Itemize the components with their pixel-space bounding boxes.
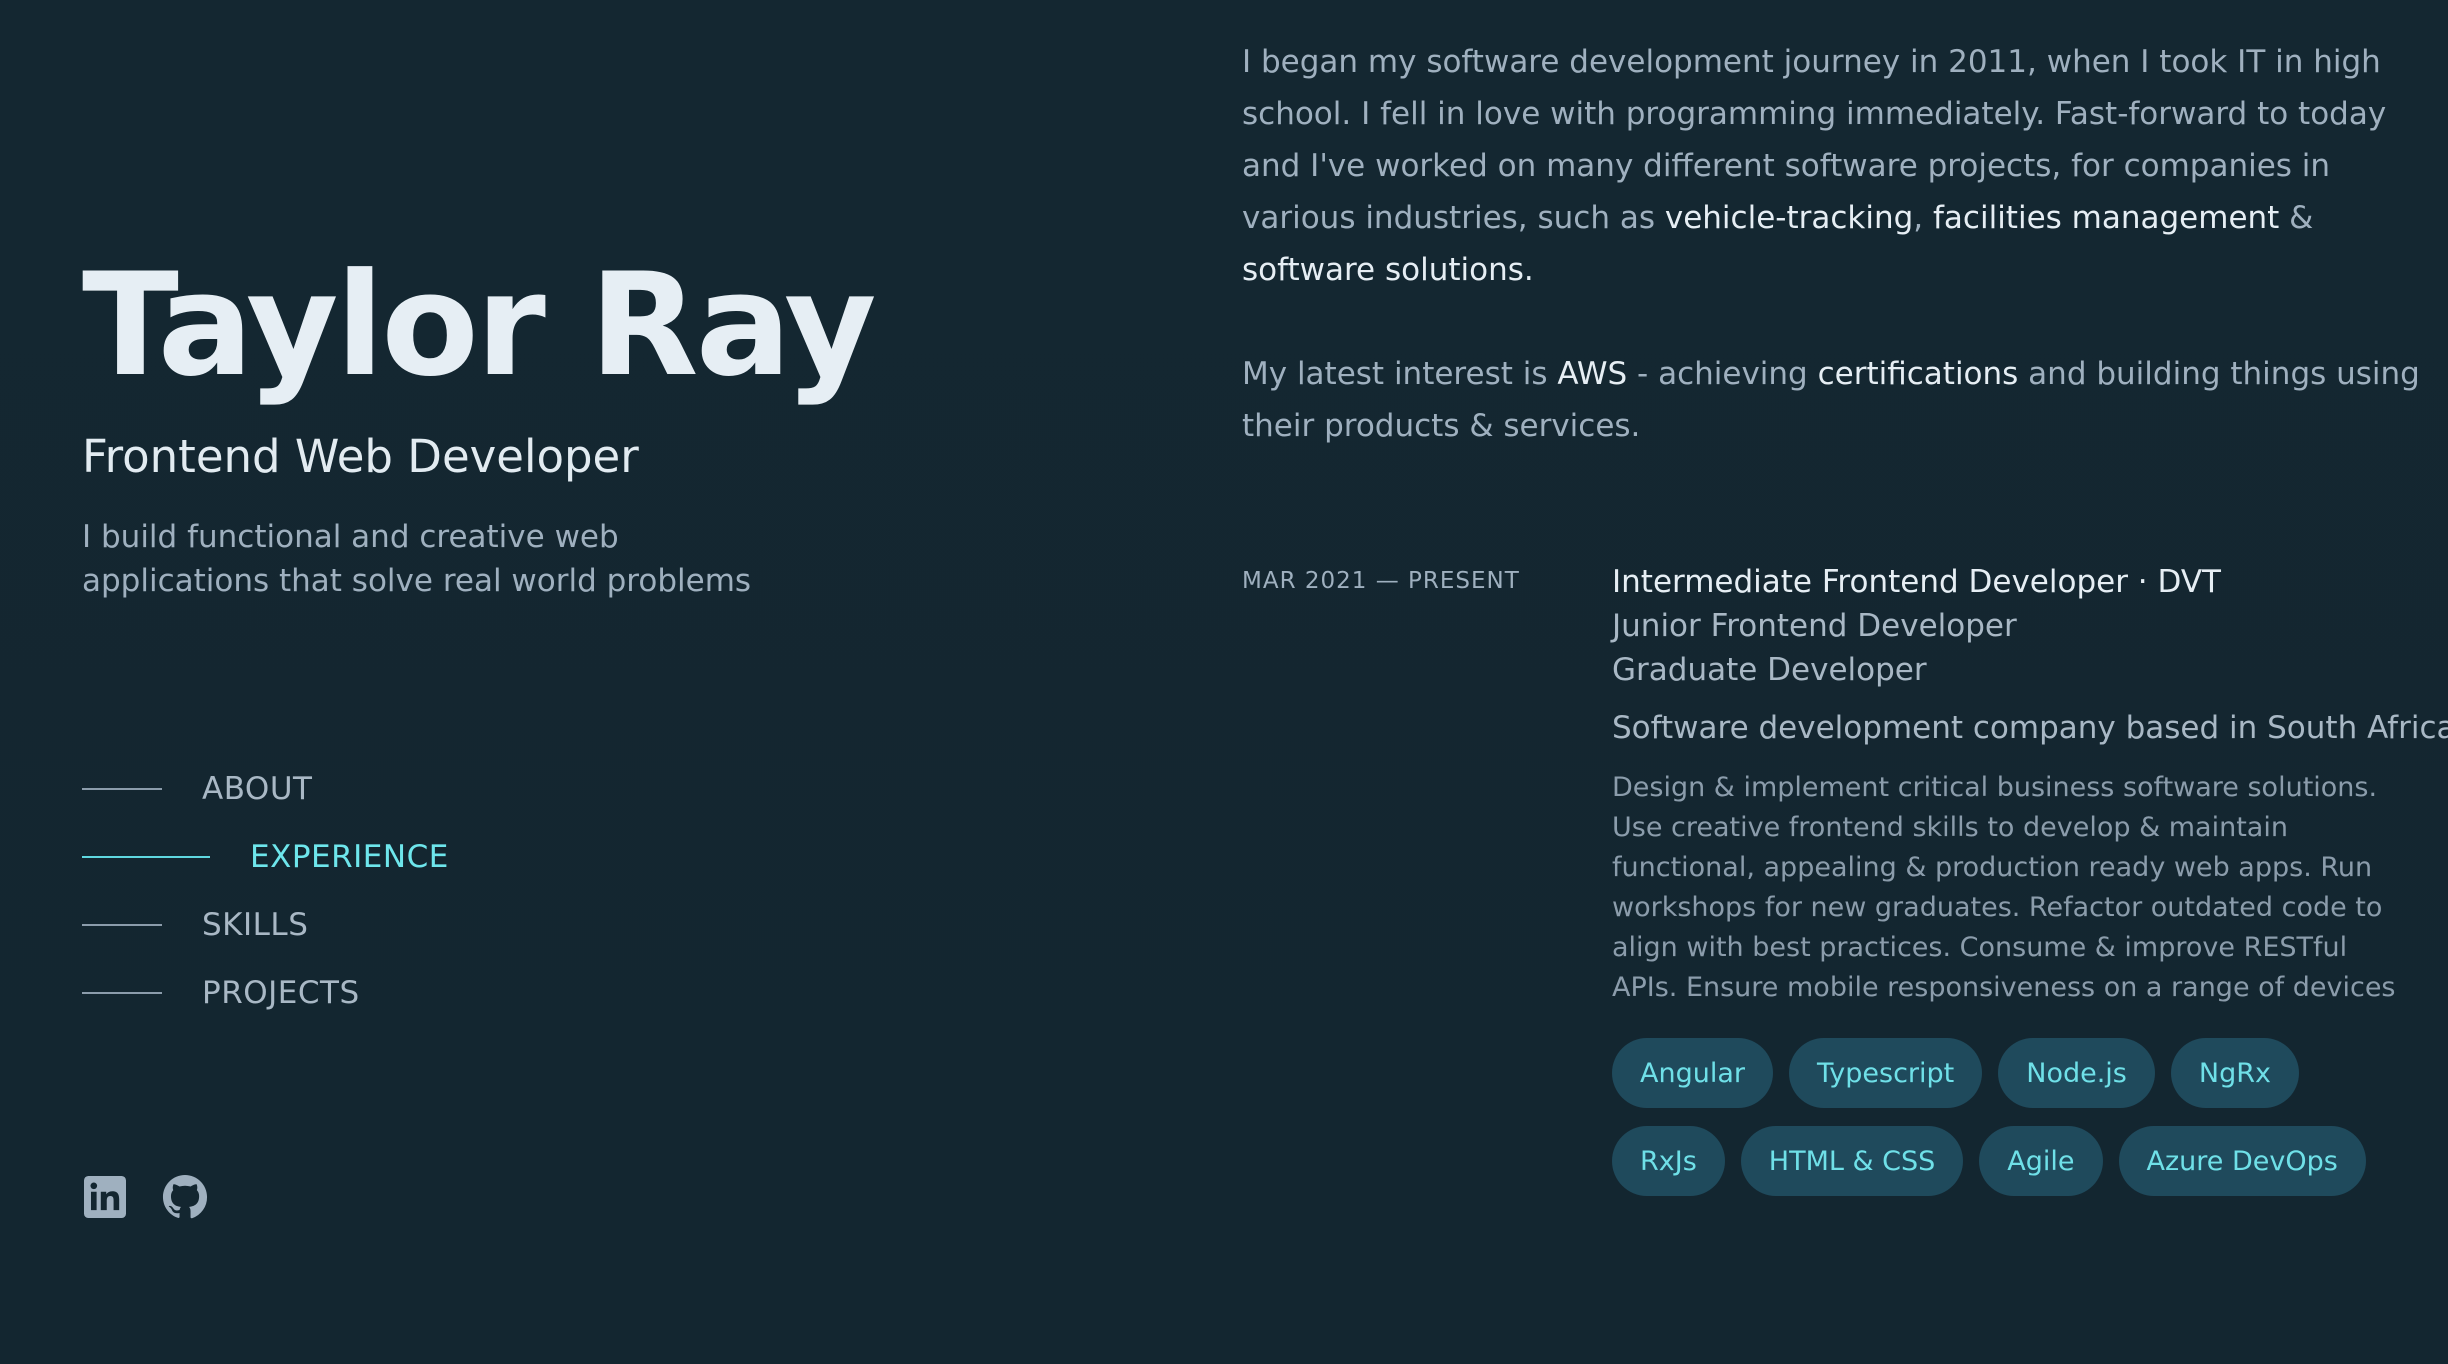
highlight-vehicle-tracking: vehicle-tracking bbox=[1664, 200, 1914, 236]
experience-body: Intermediate Frontend Developer · DVT Ju… bbox=[1612, 560, 2448, 1196]
linkedin-icon[interactable] bbox=[82, 1172, 128, 1222]
tech-tag: HTML & CSS bbox=[1740, 1126, 1964, 1196]
experience-company: Software development company based in So… bbox=[1612, 710, 2448, 746]
nav-item-experience[interactable]: EXPERIENCE bbox=[82, 823, 449, 891]
tech-tag: Angular bbox=[1612, 1038, 1773, 1108]
nav-indicator-line bbox=[82, 924, 162, 926]
profile-role: Frontend Web Developer bbox=[82, 430, 639, 483]
nav-item-label: SKILLS bbox=[202, 907, 309, 943]
tech-tag: RxJs bbox=[1612, 1126, 1725, 1196]
tech-tag: NgRx bbox=[2170, 1038, 2299, 1108]
about-paragraph-2: My latest interest is AWS - achieving ce… bbox=[1242, 348, 2422, 452]
nav-indicator-line bbox=[82, 992, 162, 994]
about-text: , bbox=[1913, 200, 1934, 236]
nav-item-label: EXPERIENCE bbox=[250, 839, 449, 875]
github-icon[interactable] bbox=[162, 1172, 208, 1222]
experience-previous-title: Graduate Developer bbox=[1612, 652, 1927, 688]
tech-tags: Angular Typescript Node.js NgRx RxJs HTM… bbox=[1612, 1038, 2402, 1196]
nav-item-label: ABOUT bbox=[202, 771, 313, 807]
nav-item-about[interactable]: ABOUT bbox=[82, 755, 449, 823]
about-text: - achieving bbox=[1627, 356, 1818, 392]
highlight-facilities-management: facilities management bbox=[1933, 200, 2280, 236]
section-nav: ABOUT EXPERIENCE SKILLS PROJECTS bbox=[82, 755, 449, 1027]
nav-indicator-line bbox=[82, 788, 162, 790]
experience-description: Design & implement critical business sof… bbox=[1612, 772, 2396, 1003]
portfolio-page: Taylor Ray Frontend Web Developer I buil… bbox=[0, 0, 2448, 1364]
profile-tagline: I build functional and creative web appl… bbox=[82, 519, 752, 599]
tech-tag: Typescript bbox=[1788, 1038, 1983, 1108]
highlight-software-solutions: software solutions. bbox=[1242, 252, 1534, 288]
nav-item-skills[interactable]: SKILLS bbox=[82, 891, 449, 959]
tech-tag: Agile bbox=[1979, 1126, 2103, 1196]
social-links bbox=[82, 1172, 208, 1222]
profile-name: Taylor Ray bbox=[82, 243, 877, 408]
highlight-aws: AWS bbox=[1557, 356, 1628, 392]
experience-previous-title: Junior Frontend Developer bbox=[1612, 608, 2017, 644]
about-text: & bbox=[2279, 200, 2314, 236]
about-text: My latest interest is bbox=[1242, 356, 1558, 392]
about-section: I began my software development journey … bbox=[1242, 36, 2422, 504]
highlight-certifications: certifications bbox=[1817, 356, 2019, 392]
tech-tag: Azure DevOps bbox=[2118, 1126, 2366, 1196]
nav-item-label: PROJECTS bbox=[202, 975, 360, 1011]
tech-tag: Node.js bbox=[1998, 1038, 2155, 1108]
experience-date: MAR 2021 — PRESENT bbox=[1242, 568, 1520, 594]
about-paragraph-1: I began my software development journey … bbox=[1242, 36, 2422, 296]
nav-indicator-line bbox=[82, 856, 210, 858]
experience-title[interactable]: Intermediate Frontend Developer · DVT bbox=[1612, 560, 2402, 604]
nav-item-projects[interactable]: PROJECTS bbox=[82, 959, 449, 1027]
